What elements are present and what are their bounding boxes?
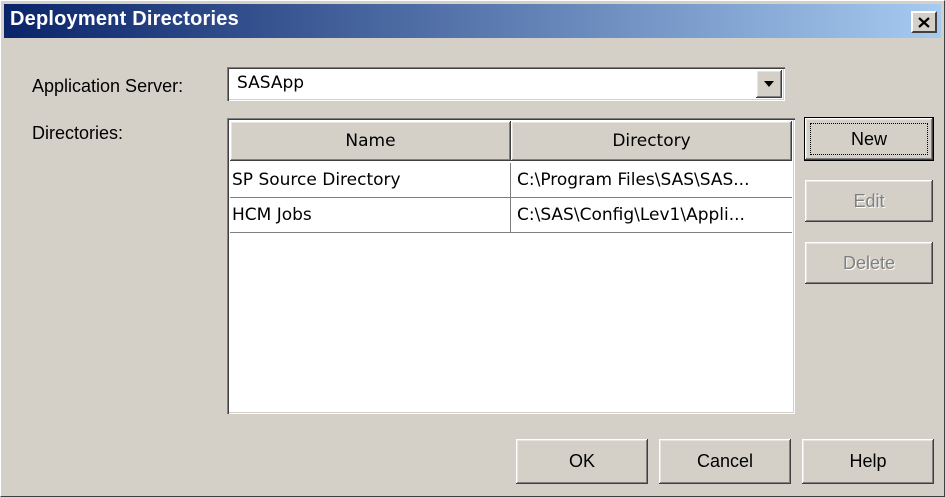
cell-name: SP Source Directory: [230, 163, 511, 197]
edit-button-label: Edit: [853, 190, 885, 211]
delete-button[interactable]: Delete: [805, 242, 933, 284]
chevron-down-icon: [764, 81, 774, 87]
ok-button-label: OK: [568, 451, 595, 471]
cell-name: HCM Jobs: [230, 198, 511, 232]
table-row[interactable]: SP Source Directory C:\Program Files\SAS…: [230, 163, 792, 198]
close-button[interactable]: [911, 11, 937, 33]
edit-button[interactable]: Edit: [805, 180, 933, 222]
title-bar[interactable]: Deployment Directories: [4, 4, 941, 38]
cell-directory: C:\Program Files\SAS\SAS...: [517, 170, 750, 190]
column-header-directory[interactable]: Directory: [511, 121, 792, 161]
help-button[interactable]: Help: [802, 439, 934, 484]
close-icon: [918, 16, 930, 28]
table-row[interactable]: HCM Jobs C:\SAS\Config\Lev1\Appli...: [230, 198, 792, 233]
app-server-select[interactable]: SASApp: [227, 67, 785, 101]
dialog-window: Deployment Directories Application Serve…: [0, 0, 945, 497]
directories-label: Directories:: [32, 123, 124, 143]
ok-button[interactable]: OK: [516, 439, 648, 484]
cell-directory: C:\SAS\Config\Lev1\Appli...: [517, 205, 745, 225]
cancel-button[interactable]: Cancel: [659, 439, 791, 484]
table-header: Name Directory: [230, 121, 792, 161]
dropdown-button[interactable]: [756, 70, 782, 98]
focus-ring: [810, 123, 928, 155]
new-button[interactable]: New: [804, 117, 934, 161]
cancel-button-label: Cancel: [696, 451, 754, 471]
column-header-name[interactable]: Name: [230, 121, 511, 161]
window-title: Deployment Directories: [10, 8, 239, 30]
directories-table[interactable]: Name Directory SP Source Directory C:\Pr…: [227, 118, 795, 414]
help-button-label: Help: [849, 451, 887, 471]
delete-button-label: Delete: [842, 252, 896, 273]
app-server-label: Application Server:: [32, 76, 184, 96]
app-server-value: SASApp: [237, 73, 305, 93]
